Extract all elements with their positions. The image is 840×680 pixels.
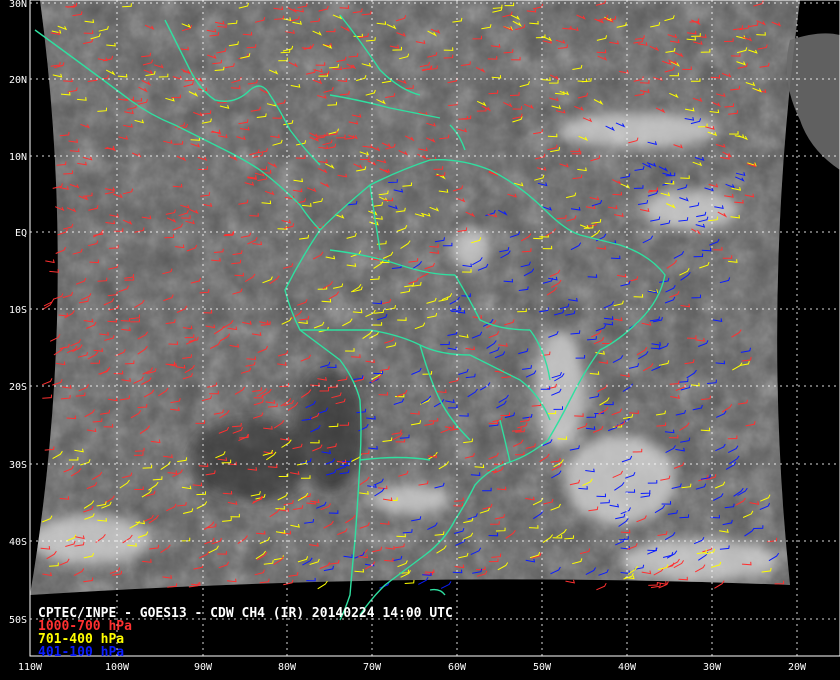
- lon-label: 90W: [194, 662, 213, 673]
- lat-label: 40S: [9, 537, 27, 548]
- lon-label: 60W: [448, 662, 467, 673]
- lon-label: 40W: [618, 662, 637, 673]
- lon-label: 70W: [363, 662, 382, 673]
- lat-label: 10N: [9, 152, 27, 163]
- lon-label: 110W: [18, 662, 43, 673]
- satellite-imagery: [30, 0, 800, 595]
- legend-high-level: 401-100 hPa: [38, 645, 124, 660]
- lat-label: EQ: [15, 228, 27, 239]
- lat-label: 30N: [9, 0, 27, 10]
- lat-label: 30S: [9, 460, 27, 471]
- lon-label: 20W: [788, 662, 807, 673]
- lat-label: 20N: [9, 75, 27, 86]
- satellite-wind-map: 30N 20N 10N EQ 10S 20S 30S 40S 50S 110W 100W 90W 80…: [0, 0, 840, 680]
- lon-label: 100W: [105, 662, 130, 673]
- lat-label: 10S: [9, 305, 27, 316]
- lon-label: 80W: [278, 662, 297, 673]
- lon-label: 30W: [703, 662, 722, 673]
- lat-label: 20S: [9, 382, 27, 393]
- lon-label: 50W: [533, 662, 552, 673]
- lat-label: 50S: [9, 615, 27, 626]
